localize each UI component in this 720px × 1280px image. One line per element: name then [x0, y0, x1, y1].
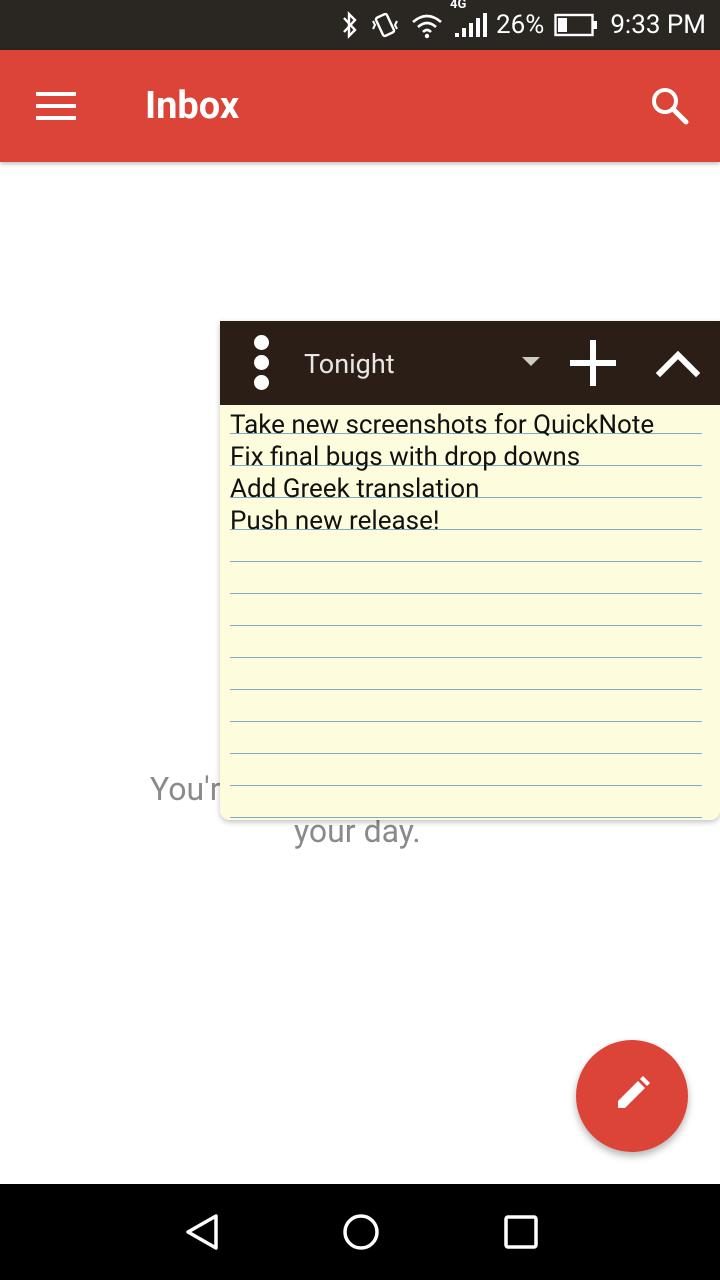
- note-line: Take new screenshots for QuickNote: [230, 410, 655, 440]
- network-label: 4G: [450, 0, 467, 12]
- navigation-bar: [0, 1184, 720, 1280]
- note-body[interactable]: Take new screenshots for QuickNote Fix f…: [220, 405, 720, 820]
- note-line: Add Greek translation: [230, 474, 480, 504]
- more-options-icon[interactable]: [250, 333, 274, 393]
- dropdown-arrow-icon[interactable]: [522, 357, 540, 366]
- note-text-area[interactable]: Take new screenshots for QuickNote Fix f…: [230, 409, 710, 537]
- clock: 9:33 PM: [610, 10, 706, 40]
- compose-button[interactable]: [576, 1040, 688, 1152]
- collapse-icon[interactable]: [655, 345, 701, 379]
- quicknote-widget: Tonight Take new screenshots for QuickNo…: [220, 321, 720, 820]
- note-header: Tonight: [220, 321, 720, 405]
- bluetooth-icon: [340, 11, 360, 39]
- status-bar: 4G 26% 9:33 PM: [0, 0, 720, 50]
- note-line: Push new release!: [230, 506, 440, 536]
- vibrate-icon: [370, 11, 400, 39]
- battery-percent: 26%: [496, 10, 545, 40]
- page-title: Inbox: [145, 84, 240, 128]
- note-line: Fix final bugs with drop downs: [230, 442, 581, 472]
- battery-icon: [554, 12, 598, 38]
- add-icon[interactable]: [568, 338, 618, 388]
- app-bar: Inbox: [0, 50, 720, 162]
- note-list-selector[interactable]: Tonight: [304, 348, 395, 380]
- wifi-icon: [410, 11, 444, 39]
- back-icon[interactable]: [182, 1212, 222, 1252]
- signal-4g-icon: 4G: [450, 0, 488, 39]
- pencil-icon: [612, 1074, 652, 1118]
- menu-icon[interactable]: [30, 88, 82, 124]
- search-icon[interactable]: [650, 86, 690, 126]
- empty-state-text: You'r: [150, 770, 221, 808]
- home-icon[interactable]: [341, 1212, 381, 1252]
- recents-icon[interactable]: [501, 1212, 541, 1252]
